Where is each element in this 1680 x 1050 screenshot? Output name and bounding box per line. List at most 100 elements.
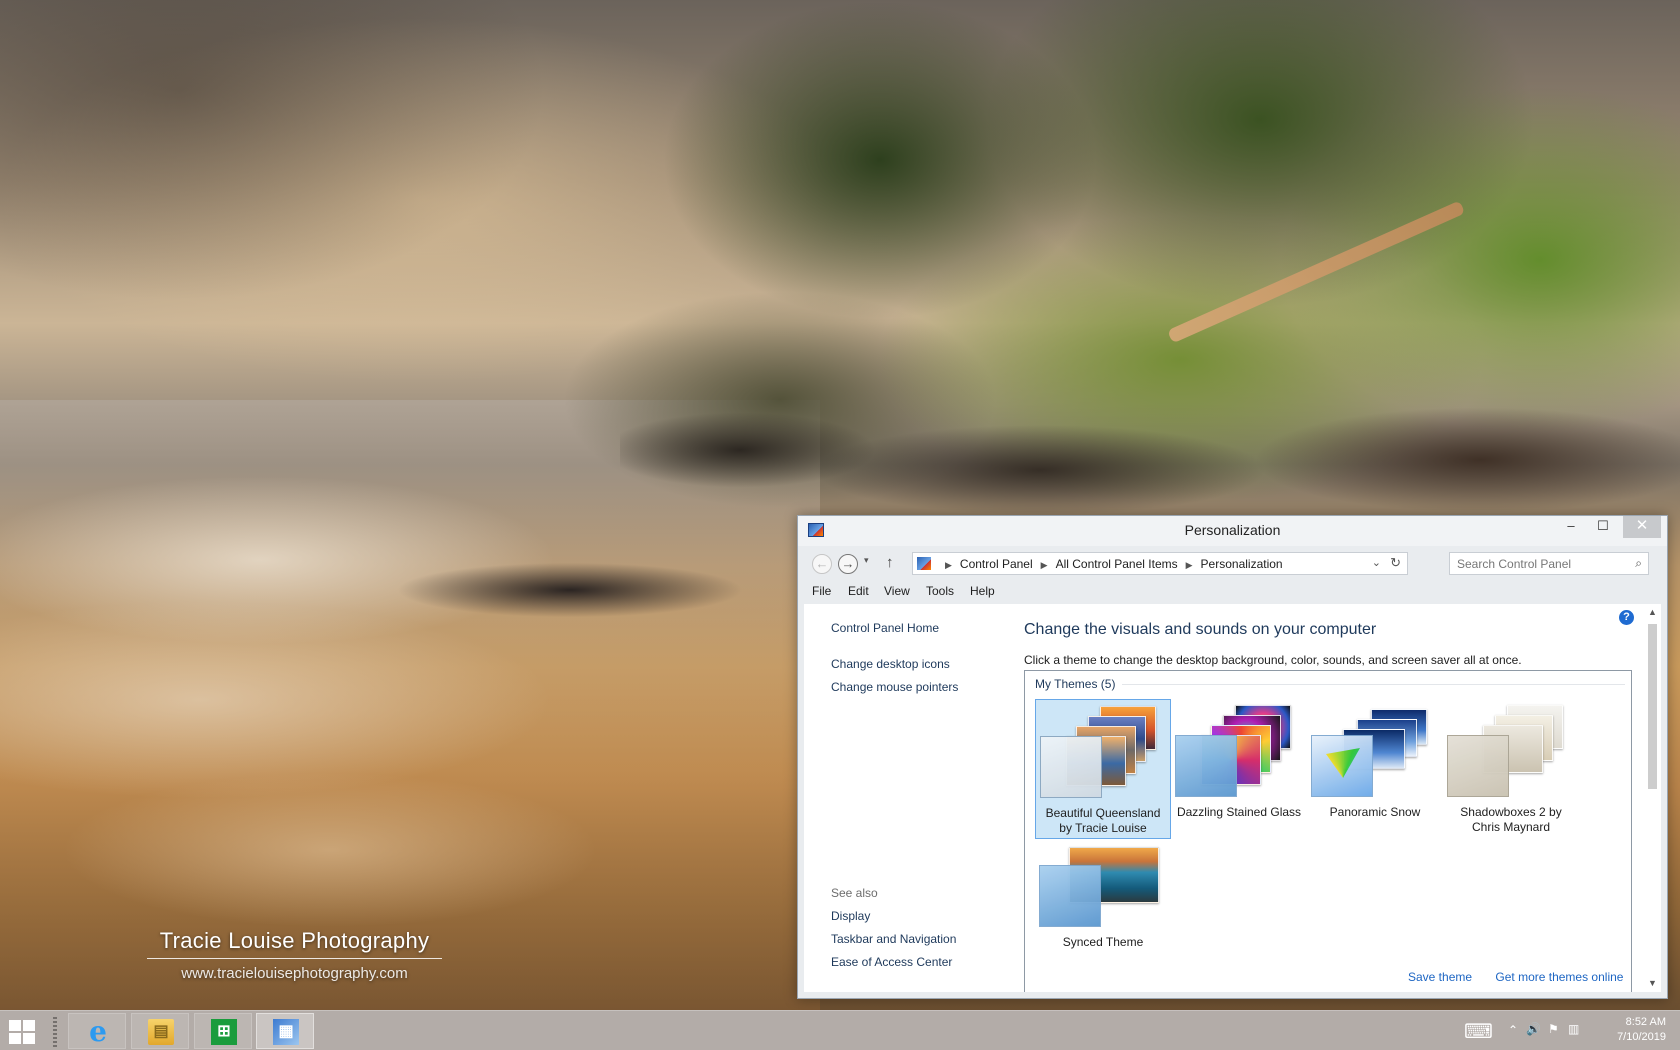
network-icon[interactable]: ▥ — [1568, 1022, 1579, 1036]
scroll-up-icon[interactable]: ▲ — [1644, 604, 1661, 621]
theme-name-line1: Synced Theme — [1062, 935, 1144, 949]
theme-name-line1: Dazzling Stained Glass — [1176, 805, 1302, 819]
title-bar[interactable]: Personalization – ☐ ✕ — [798, 516, 1667, 546]
taskbar-file-explorer[interactable]: ▤ — [131, 1013, 189, 1049]
scrollbar-thumb[interactable] — [1648, 624, 1657, 789]
task-pane: Control Panel Home Change desktop icons … — [804, 604, 1024, 992]
taskbar-grip[interactable] — [53, 1017, 57, 1047]
theme-shadowboxes-2[interactable]: Shadowboxes 2 by Chris Maynard — [1443, 699, 1579, 839]
search-box[interactable]: ⌕ — [1449, 552, 1649, 575]
menu-view[interactable]: View — [884, 584, 910, 598]
breadcrumb-personalization[interactable]: Personalization — [1201, 557, 1283, 571]
page-description: Click a theme to change the desktop back… — [1024, 653, 1522, 667]
taskbar-store[interactable]: ⊞ — [194, 1013, 252, 1049]
clock-time: 8:52 AM — [1625, 1016, 1666, 1028]
menu-tools[interactable]: Tools — [926, 584, 954, 598]
theme-color-swatch — [1311, 735, 1373, 797]
search-input[interactable] — [1450, 553, 1620, 574]
taskbar-control-panel[interactable]: ▦ — [256, 1013, 314, 1049]
theme-color-swatch — [1039, 865, 1101, 927]
maximize-button[interactable]: ☐ — [1587, 516, 1619, 538]
wallpaper-rocks — [620, 390, 1680, 530]
watermark-divider — [147, 958, 442, 959]
theme-name-line1: Beautiful Queensland — [1045, 806, 1161, 820]
navigation-bar: ← → ▾ ↑ ▶ Control Panel ▶ All Control Panel… — [798, 546, 1667, 580]
display-link[interactable]: Display — [831, 909, 870, 923]
refresh-icon[interactable]: ↻ — [1390, 555, 1401, 571]
action-center-flag-icon[interactable]: ⚑ — [1548, 1022, 1559, 1036]
content-area: Control Panel Home Change desktop icons … — [804, 604, 1661, 992]
control-panel-icon — [917, 557, 931, 570]
change-mouse-pointers-link[interactable]: Change mouse pointers — [831, 680, 958, 694]
theme-name-line1: Panoramic Snow — [1329, 805, 1421, 819]
main-pane: ? Change the visuals and sounds on your … — [1024, 604, 1644, 992]
taskbar-navigation-link[interactable]: Taskbar and Navigation — [831, 932, 956, 946]
theme-dazzling-stained-glass[interactable]: Dazzling Stained Glass — [1171, 699, 1307, 839]
theme-synced[interactable]: Synced Theme — [1035, 839, 1171, 979]
theme-color-swatch — [1447, 735, 1509, 797]
up-arrow-icon[interactable]: ↑ — [886, 554, 894, 571]
theme-caption: Synced Theme — [1035, 935, 1171, 950]
theme-caption: Dazzling Stained Glass — [1171, 805, 1307, 820]
address-dropdown-icon[interactable]: ⌄ — [1372, 556, 1381, 569]
back-arrow-icon[interactable]: ← — [812, 554, 832, 574]
control-panel-icon: ▦ — [273, 1019, 299, 1045]
ease-of-access-link[interactable]: Ease of Access Center — [831, 955, 952, 969]
menu-file[interactable]: File — [812, 584, 831, 598]
taskbar-internet-explorer[interactable]: e — [68, 1013, 126, 1049]
group-divider — [1122, 684, 1625, 685]
menu-edit[interactable]: Edit — [848, 584, 869, 598]
vertical-scrollbar[interactable]: ▲ ▼ — [1644, 604, 1661, 992]
volume-icon[interactable]: 🔊 — [1526, 1022, 1541, 1036]
windows-logo-icon — [23, 1033, 35, 1044]
touch-keyboard-icon[interactable]: ⌨ — [1464, 1019, 1493, 1044]
theme-footer-links: Save theme Get more themes online — [1408, 970, 1643, 984]
theme-caption: Shadowboxes 2 by Chris Maynard — [1443, 805, 1579, 835]
clock-date: 7/10/2019 — [1617, 1031, 1666, 1043]
theme-color-swatch — [1040, 736, 1102, 798]
control-panel-home-link[interactable]: Control Panel Home — [831, 621, 939, 635]
windows-logo-icon — [9, 1020, 21, 1031]
theme-panoramic-snow[interactable]: Panoramic Snow — [1307, 699, 1443, 839]
see-also-heading: See also — [831, 886, 878, 900]
recent-locations-chevron-icon[interactable]: ▾ — [864, 555, 869, 566]
save-theme-link[interactable]: Save theme — [1408, 970, 1472, 984]
address-bar[interactable]: ▶ Control Panel ▶ All Control Panel Items ▶ P… — [912, 552, 1408, 575]
change-desktop-icons-link[interactable]: Change desktop icons — [831, 657, 950, 671]
windows-logo-icon — [23, 1020, 35, 1031]
theme-caption: Panoramic Snow — [1307, 805, 1443, 820]
theme-list: My Themes (5) Beautiful Queensland by Tr… — [1024, 670, 1632, 992]
start-button[interactable] — [9, 1020, 35, 1044]
search-icon[interactable]: ⌕ — [1635, 556, 1642, 571]
my-themes-group-label[interactable]: My Themes (5) — [1035, 677, 1115, 691]
taskbar: e ▤ ⊞ ▦ ⌨ ⌃ 🔊 ⚑ ▥ 8:52 AM 7/10/2019 — [0, 1010, 1680, 1050]
file-explorer-icon: ▤ — [148, 1019, 174, 1045]
close-button[interactable]: ✕ — [1623, 516, 1661, 538]
theme-color-swatch — [1175, 735, 1237, 797]
system-tray: ⌨ ⌃ 🔊 ⚑ ▥ 8:52 AM 7/10/2019 — [1440, 1011, 1680, 1050]
internet-explorer-icon: e — [89, 1015, 107, 1048]
breadcrumb-separator-icon[interactable]: ▶ — [945, 560, 952, 570]
page-title: Change the visuals and sounds on your co… — [1024, 621, 1377, 638]
breadcrumb-all-items[interactable]: All Control Panel Items — [1056, 557, 1178, 571]
theme-name-line2: Chris Maynard — [1471, 820, 1551, 834]
windows-logo-icon — [9, 1033, 21, 1044]
help-icon[interactable]: ? — [1619, 610, 1634, 625]
get-more-themes-link[interactable]: Get more themes online — [1495, 970, 1623, 984]
forward-arrow-icon[interactable]: → — [838, 554, 858, 574]
photo-watermark: Tracie Louise Photography www.tracieloui… — [147, 928, 442, 982]
watermark-title: Tracie Louise Photography — [159, 928, 430, 953]
menu-help[interactable]: Help — [970, 584, 995, 598]
show-hidden-icons-icon[interactable]: ⌃ — [1508, 1023, 1518, 1037]
breadcrumb-separator-icon[interactable]: ▶ — [1186, 560, 1193, 570]
breadcrumb-separator-icon[interactable]: ▶ — [1041, 560, 1048, 570]
color-fan-icon — [1326, 748, 1360, 778]
breadcrumb-control-panel[interactable]: Control Panel — [960, 557, 1033, 571]
menu-bar: File Edit View Tools Help — [798, 580, 1667, 604]
theme-name-line2: by Tracie Louise — [1059, 821, 1147, 835]
theme-beautiful-queensland[interactable]: Beautiful Queensland by Tracie Louise — [1035, 699, 1171, 839]
scroll-down-icon[interactable]: ▼ — [1644, 975, 1661, 992]
personalization-window: Personalization – ☐ ✕ ← → ▾ ↑ ▶ Control P… — [797, 515, 1668, 999]
minimize-button[interactable]: – — [1555, 516, 1587, 538]
clock[interactable]: 8:52 AM 7/10/2019 — [1617, 1015, 1666, 1045]
